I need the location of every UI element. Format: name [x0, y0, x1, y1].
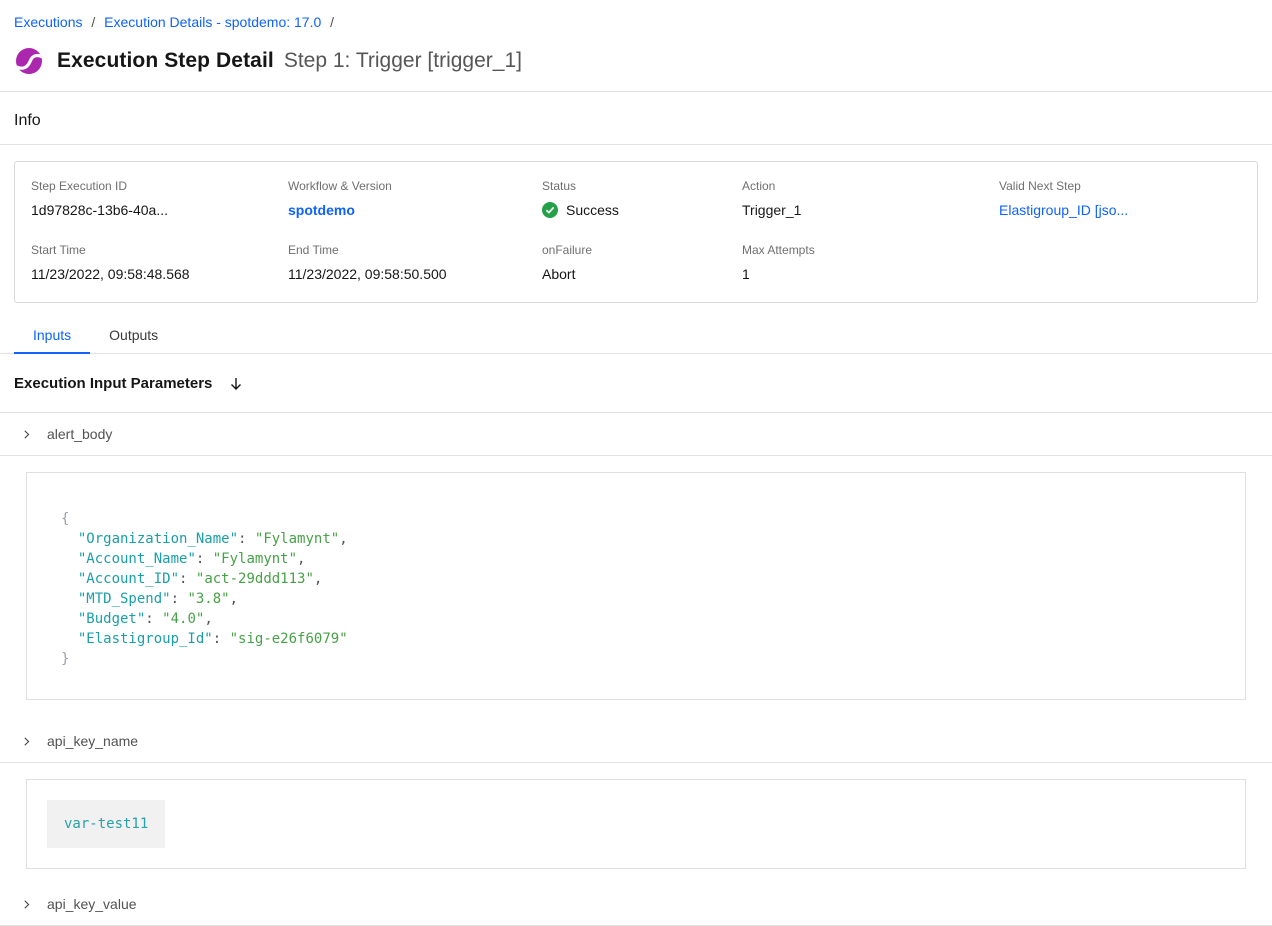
field-label: Max Attempts: [742, 243, 999, 257]
json-line: Budget: 4.0,: [61, 609, 1211, 629]
execution-input-parameters-header: Execution Input Parameters: [0, 354, 1272, 413]
field-label: Valid Next Step: [999, 179, 1241, 193]
field-label: Step Execution ID: [31, 179, 288, 193]
field-value: 11/23/2022, 09:58:48.568: [31, 266, 288, 282]
param-row-api-key-name[interactable]: api_key_name: [0, 720, 1272, 763]
alert-body-json-panel: { Organization_Name: Fylamynt, Account_N…: [26, 472, 1246, 700]
tab-inputs[interactable]: Inputs: [14, 317, 90, 354]
params-header-title: Execution Input Parameters: [14, 375, 212, 392]
breadcrumb-link-execution-details[interactable]: Execution Details - spotdemo: 17.0: [104, 14, 321, 30]
json-code-block: { Organization_Name: Fylamynt, Account_N…: [61, 509, 1211, 669]
field-action: Action Trigger_1: [742, 179, 999, 218]
field-step-execution-id: Step Execution ID 1d97828c-13b6-40a...: [31, 179, 288, 218]
field-onfailure: onFailure Abort: [542, 243, 742, 282]
page-subtitle: Step 1: Trigger [trigger_1]: [284, 49, 522, 73]
field-status: Status Success: [542, 179, 742, 218]
tab-bar: Inputs Outputs: [0, 317, 1272, 354]
field-value: 11/23/2022, 09:58:50.500: [288, 266, 542, 282]
field-label: End Time: [288, 243, 542, 257]
field-end-time: End Time 11/23/2022, 09:58:50.500: [288, 243, 542, 282]
info-card: Step Execution ID 1d97828c-13b6-40a... W…: [14, 161, 1258, 303]
chevron-right-icon: [21, 429, 32, 440]
workflow-link[interactable]: spotdemo: [288, 202, 542, 218]
tab-outputs[interactable]: Outputs: [90, 317, 177, 353]
arrow-down-icon[interactable]: [228, 376, 244, 392]
param-name: api_key_name: [47, 733, 138, 749]
breadcrumb-separator: /: [330, 14, 334, 30]
chevron-right-icon: [21, 736, 32, 747]
param-row-api-key-value[interactable]: api_key_value: [0, 883, 1272, 926]
field-label: Workflow & Version: [288, 179, 542, 193]
breadcrumb: Executions / Execution Details - spotdem…: [0, 0, 1272, 31]
field-label: Status: [542, 179, 742, 193]
json-line: {: [61, 509, 1211, 529]
chevron-right-icon: [21, 899, 32, 910]
fylamynt-logo-icon: [14, 46, 44, 76]
json-line: Organization_Name: Fylamynt,: [61, 529, 1211, 549]
page-title: Execution Step Detail: [57, 49, 274, 73]
json-line: Account_ID: act-29ddd113,: [61, 569, 1211, 589]
field-workflow-version: Workflow & Version spotdemo: [288, 179, 542, 218]
json-line: Account_Name: Fylamynt,: [61, 549, 1211, 569]
json-line: MTD_Spend: 3.8,: [61, 589, 1211, 609]
field-value: 1d97828c-13b6-40a...: [31, 202, 288, 218]
field-value: Trigger_1: [742, 202, 999, 218]
field-max-attempts: Max Attempts 1: [742, 243, 999, 282]
param-name: alert_body: [47, 426, 112, 442]
divider: [0, 144, 1272, 145]
next-step-link[interactable]: Elastigroup_ID [jso...: [999, 202, 1241, 218]
api-key-name-panel: var-test11: [26, 779, 1246, 869]
field-valid-next-step: Valid Next Step Elastigroup_ID [jso...: [999, 179, 1241, 218]
api-key-name-value: var-test11: [47, 800, 165, 848]
breadcrumb-link-executions[interactable]: Executions: [14, 14, 82, 30]
field-value: 1: [742, 266, 999, 282]
page-header: Execution Step Detail Step 1: Trigger [t…: [0, 46, 1272, 91]
json-line: }: [61, 649, 1211, 669]
info-section-heading: Info: [0, 92, 1272, 144]
param-name: api_key_value: [47, 896, 137, 912]
success-check-icon: [542, 202, 558, 218]
breadcrumb-separator: /: [91, 14, 95, 30]
field-value: Abort: [542, 266, 742, 282]
json-line: Elastigroup_Id: sig-e26f6079: [61, 629, 1211, 649]
field-label: onFailure: [542, 243, 742, 257]
status-text: Success: [566, 202, 619, 218]
param-row-alert-body[interactable]: alert_body: [0, 413, 1272, 456]
field-label: Action: [742, 179, 999, 193]
field-start-time: Start Time 11/23/2022, 09:58:48.568: [31, 243, 288, 282]
field-label: Start Time: [31, 243, 288, 257]
status-badge: Success: [542, 202, 742, 218]
